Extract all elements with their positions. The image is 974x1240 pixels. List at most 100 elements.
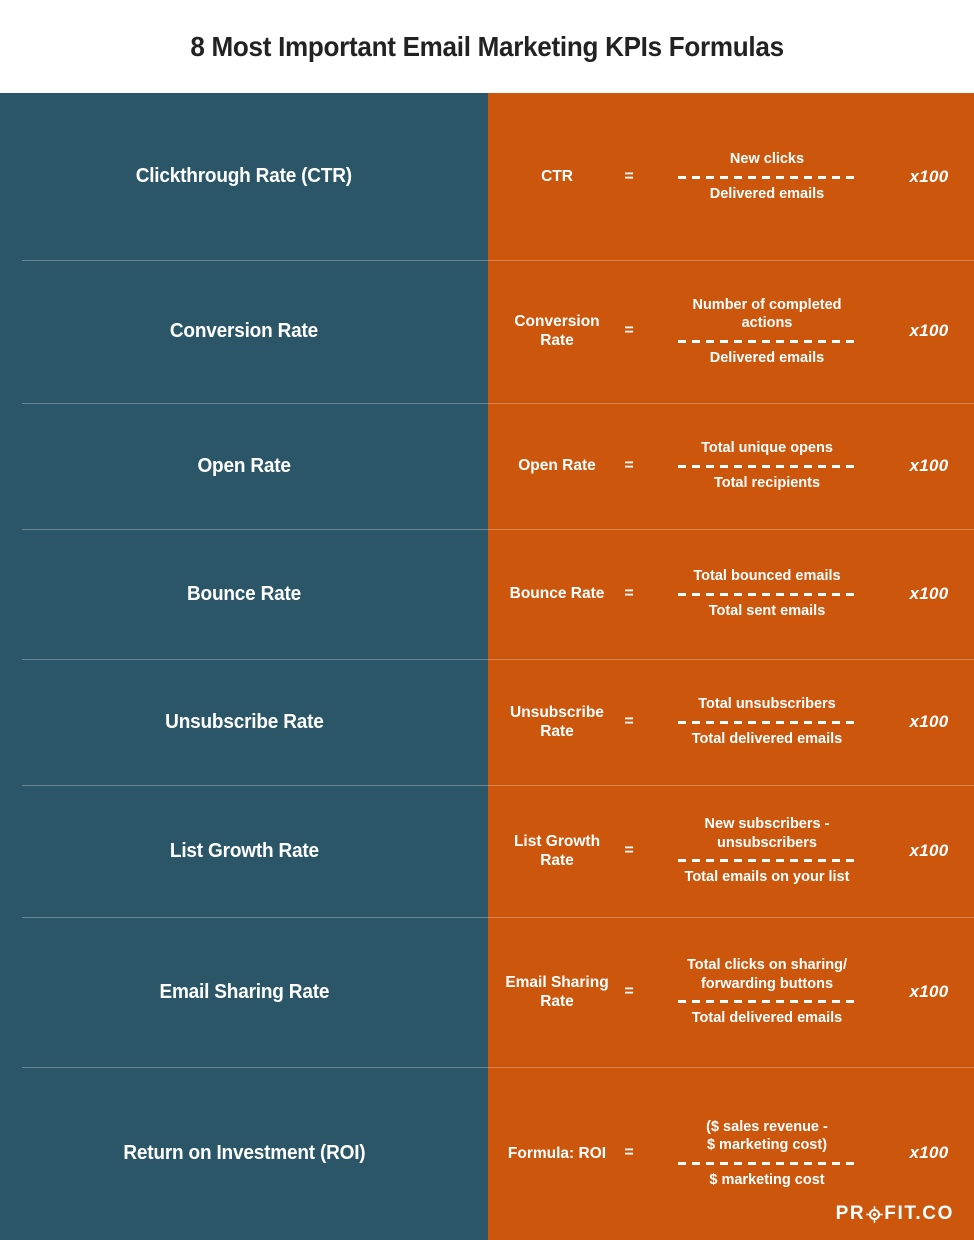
fraction-divider-line — [678, 721, 856, 724]
table-row: Email Sharing Rate Email Sharing Rate = Tot… — [0, 917, 974, 1067]
fraction-divider-line — [678, 1000, 856, 1004]
kpi-row-list: Clickthrough Rate (CTR) CTR = New clicks Del… — [0, 93, 974, 1240]
logo-wordmark: PR FIT.CO — [836, 1203, 954, 1225]
table-row: Return on Investment (ROI) Formula: ROI = (… — [0, 1067, 974, 1240]
profit-co-logo: PR FIT.CO — [836, 1203, 954, 1225]
logo-text-part2: FIT.CO — [884, 1203, 954, 1224]
multiplier-label: x100 — [909, 321, 949, 341]
kpi-formula-cell: Formula: ROI = ($ sales revenue - $ market… — [488, 1118, 974, 1190]
kpi-name-cell: Email Sharing Rate — [0, 981, 488, 1004]
fraction: New subscribers - unsubscribers Total ema… — [642, 815, 892, 887]
formula-label: Conversion Rate — [514, 313, 600, 350]
multiplier-label: x100 — [909, 1143, 949, 1163]
table-row: Open Rate Open Rate = Total unique opens Tot… — [0, 403, 974, 529]
fraction: ($ sales revenue - $ marketing cost) $ ma… — [642, 1118, 892, 1190]
kpi-name-label: Bounce Rate — [186, 582, 302, 605]
fraction: Total clicks on sharing/ forwarding butt… — [642, 956, 892, 1028]
fraction-denominator: Total recipients — [713, 475, 821, 491]
kpi-formula-cell: Email Sharing Rate = Total clicks on shari… — [488, 956, 974, 1028]
target-icon — [866, 1205, 883, 1223]
multiplier-label: x100 — [909, 456, 949, 475]
formula-label: List Growth Rate — [513, 832, 601, 869]
multiplier-label: x100 — [909, 712, 949, 731]
fraction-numerator: Total unique opens — [701, 440, 833, 457]
fraction-divider-line — [678, 1161, 856, 1165]
fraction-divider-line — [678, 465, 856, 468]
kpi-name-label: Open Rate — [197, 454, 291, 477]
fraction: Total unsubscribers Total delivered email… — [642, 695, 892, 748]
formula-label: Email Sharing Rate — [505, 973, 609, 1010]
equals-sign: = — [624, 457, 634, 474]
kpi-formula-cell: Conversion Rate = Number of completed acti… — [488, 296, 974, 368]
fraction-divider-line — [678, 339, 856, 343]
fraction: Total unique opens Total recipients — [642, 439, 892, 492]
kpi-name-label: Conversion Rate — [169, 320, 319, 342]
formula: Email Sharing Rate = Total clicks on shari… — [498, 956, 966, 1028]
fraction-denominator: Delivered emails — [709, 185, 825, 202]
fraction-numerator: New subscribers - unsubscribers — [704, 816, 830, 851]
fraction-divider-line — [678, 593, 856, 596]
fraction: New clicks Delivered emails — [642, 150, 892, 203]
fraction-numerator: Total bounced emails — [693, 568, 841, 585]
table-row: Bounce Rate Bounce Rate = Total bounced ema… — [0, 529, 974, 659]
formula: Conversion Rate = Number of completed acti… — [498, 296, 966, 368]
multiplier-label: x100 — [909, 981, 949, 1001]
fraction-numerator: Total unsubscribers — [698, 696, 836, 713]
equals-sign: = — [624, 1144, 634, 1162]
formula-label: Unsubscribe Rate — [510, 703, 604, 740]
fraction-numerator: ($ sales revenue - $ marketing cost) — [706, 1118, 828, 1154]
fraction-denominator: Total delivered emails — [691, 731, 843, 747]
equals-sign: = — [624, 585, 634, 602]
kpi-name-label: Email Sharing Rate — [159, 980, 329, 1003]
formula-label: Formula: ROI — [507, 1144, 607, 1162]
kpi-formula-cell: CTR = New clicks Delivered emails x100 — [488, 150, 974, 203]
formula-label: CTR — [541, 167, 573, 185]
fraction-denominator: Total sent emails — [708, 603, 826, 619]
equals-sign: = — [624, 841, 634, 859]
kpi-name-cell: List Growth Rate — [0, 840, 488, 863]
equals-sign: = — [624, 982, 634, 1000]
formula: CTR = New clicks Delivered emails x100 — [498, 150, 966, 203]
multiplier-label: x100 — [909, 840, 949, 860]
page-title: 8 Most Important Email Marketing KPIs Fo… — [190, 30, 784, 62]
formula: Formula: ROI = ($ sales revenue - $ market… — [498, 1118, 966, 1190]
fraction-denominator: Delivered emails — [709, 349, 825, 366]
fraction-numerator: New clicks — [729, 150, 805, 167]
formula-label: Bounce Rate — [509, 585, 605, 603]
fraction-numerator: Total clicks on sharing/ forwarding butt… — [686, 957, 848, 992]
fraction: Total bounced emails Total sent emails — [642, 567, 892, 620]
formula: Bounce Rate = Total bounced emails Total se… — [498, 567, 966, 620]
multiplier-label: x100 — [909, 166, 949, 186]
equals-sign: = — [624, 167, 634, 185]
table-row: Unsubscribe Rate Unsubscribe Rate = Total u… — [0, 659, 974, 785]
kpi-name-cell: Open Rate — [0, 455, 488, 478]
kpi-formula-cell: Unsubscribe Rate = Total unsubscribers Tota… — [488, 695, 974, 748]
equals-sign: = — [624, 713, 634, 730]
formula: Unsubscribe Rate = Total unsubscribers Tota… — [498, 695, 966, 748]
fraction-divider-line — [678, 175, 856, 179]
formula: List Growth Rate = New subscribers - unsub… — [498, 815, 966, 887]
table-row: Clickthrough Rate (CTR) CTR = New clicks Del… — [0, 93, 974, 260]
fraction-numerator: Number of completed actions — [692, 296, 842, 332]
kpi-name-cell: Clickthrough Rate (CTR) — [0, 165, 488, 188]
kpi-name-cell: Conversion Rate — [0, 320, 488, 343]
kpi-table: Clickthrough Rate (CTR) CTR = New clicks Del… — [0, 93, 974, 1240]
equals-sign: = — [624, 322, 634, 340]
fraction-denominator: Total delivered emails — [691, 1010, 843, 1027]
kpi-formula-cell: Open Rate = Total unique opens Total recipi… — [488, 439, 974, 492]
table-row: List Growth Rate List Growth Rate = New sub… — [0, 785, 974, 917]
kpi-name-label: Return on Investment (ROI) — [122, 1142, 366, 1164]
table-row: Conversion Rate Conversion Rate = Number of… — [0, 260, 974, 403]
multiplier-label: x100 — [909, 584, 949, 603]
kpi-name-label: List Growth Rate — [169, 839, 319, 862]
fraction-divider-line — [678, 859, 856, 863]
formula-label: Open Rate — [518, 457, 596, 475]
kpi-name-cell: Bounce Rate — [0, 583, 488, 606]
fraction-denominator: Total emails on your list — [684, 869, 850, 886]
kpi-name-label: Unsubscribe Rate — [164, 710, 324, 733]
kpi-name-label: Clickthrough Rate (CTR) — [135, 165, 353, 187]
kpi-name-cell: Unsubscribe Rate — [0, 711, 488, 734]
formula: Open Rate = Total unique opens Total recipi… — [498, 439, 966, 492]
header: 8 Most Important Email Marketing KPIs Fo… — [0, 0, 974, 93]
fraction: Number of completed actions Delivered ema… — [642, 296, 892, 368]
